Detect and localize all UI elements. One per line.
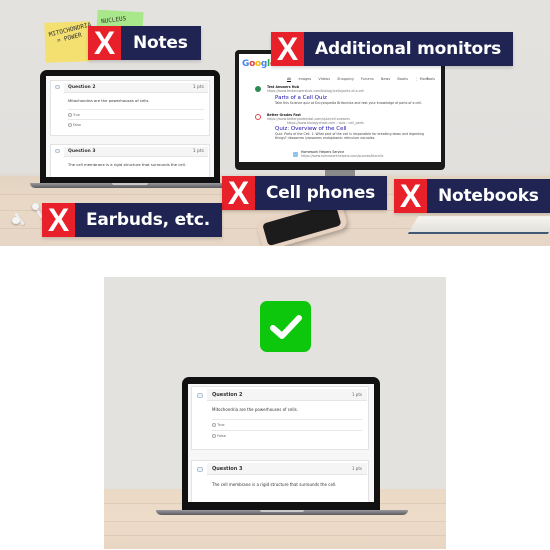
question-header: Question 3 1 pts [207,463,367,475]
question-header: Question 2 1 pts [207,389,367,401]
external-monitor: Google All Images Videos Shopping Forums… [235,50,445,180]
search-result: Test Answers Hub https://www.testanswers… [267,85,437,105]
quiz-question-card: Question 2 1 pts Mitochondria are the po… [50,80,210,136]
x-mark-icon: X [42,203,75,237]
result-snippet: Quiz: Parts of the Cell. 1. What part of… [275,132,424,140]
question-title: Question 3 [68,149,96,154]
flag-icon[interactable] [197,393,203,398]
result-url[interactable]: https://www.testanswershub.com/biology/c… [267,89,437,93]
x-mark-icon: X [222,176,255,210]
option-label: True [73,113,80,117]
question-title: Question 3 [212,466,243,472]
laptop: Question 2 1 pts Mitochondria are the po… [156,377,408,527]
tab-all[interactable]: All [287,77,292,82]
quiz-question-card: Question 3 1 pts The cell membrane is a … [191,460,369,502]
radio-button[interactable] [68,113,72,117]
result-url[interactable]: https://www.homeworkhelpers.com/quizzes/… [301,154,441,158]
allowed-setup-panel: Question 2 1 pts Mitochondria are the po… [104,277,446,549]
question-points: 1 pts [351,392,362,397]
label-notes: X Notes [88,26,201,60]
label-cell-phones: X Cell phones [222,176,388,210]
question-text: Mitochondria are the powerhouses of cell… [68,98,150,103]
label-additional-monitors: X Additional monitors [271,32,514,66]
flag-icon[interactable] [197,467,203,472]
question-title: Question 2 [212,392,243,398]
x-mark-icon: X [271,32,304,66]
label-text: Earbuds, etc. [75,203,222,237]
result-sublink[interactable]: https://www.biologycheat.com › quiz › ce… [287,121,437,125]
tab-news[interactable]: News [381,77,390,81]
question-text: Mitochondria are the powerhouses of cell… [212,407,298,412]
radio-button[interactable] [212,423,216,427]
label-earbuds: X Earbuds, etc. [42,203,222,237]
label-text: Notes [121,26,201,60]
label-text: Notebooks [427,179,550,213]
quiz-question-card: Question 2 1 pts Mitochondria are the po… [191,386,369,450]
sticky-note-yellow: MITOCHONDRIA = POWER [44,21,92,63]
question-text: The cell membrane is a rigid structure t… [212,482,337,487]
answer-option[interactable]: False [212,430,362,441]
answer-option[interactable]: True [68,109,204,119]
radio-button[interactable] [212,434,216,438]
radio-button[interactable] [68,123,72,127]
label-text: Additional monitors [304,32,514,66]
laptop-notch [112,183,148,185]
notebook-pages [407,216,550,234]
question-header: Question 3 1 pts [64,147,208,157]
tab-books[interactable]: Books [397,77,408,81]
site-favicon-icon [255,86,261,92]
open-notebook [405,212,550,238]
earbud-icon [32,203,39,210]
question-points: 1 pts [192,149,204,154]
question-points: 1 pts [192,85,204,90]
option-label: True [217,423,225,427]
tab-images[interactable]: Images [298,77,311,81]
flag-icon[interactable] [55,85,60,89]
x-mark-icon: X [88,26,121,60]
option-label: False [217,434,226,438]
tools-button[interactable]: Tools [426,77,435,81]
search-result: Homework Helpers Service https://www.hom… [301,150,441,158]
tab-shopping[interactable]: Shopping [337,77,353,81]
question-header: Question 2 1 pts [64,83,208,93]
checkmark-icon [260,301,311,352]
search-tabs: All Images Videos Shopping Forums News B… [287,77,434,82]
flag-icon[interactable] [55,149,60,153]
question-text: The cell membrane is a rigid structure t… [68,162,187,167]
site-favicon-icon [293,152,298,157]
option-label: False [73,123,82,127]
answer-option[interactable]: False [68,119,204,129]
result-snippet: Take this Science quiz at Encyclopedia B… [275,101,422,105]
tab-forums[interactable]: Forums [361,77,374,81]
earbud-icon [12,217,20,224]
label-notebooks: X Notebooks [394,179,550,213]
x-mark-icon: X [394,179,427,213]
site-favicon-icon [255,114,261,120]
laptop-screen: Question 2 1 pts Mitochondria are the po… [46,76,214,177]
label-text: Cell phones [255,176,388,210]
laptop-notch [260,510,304,512]
search-result: Better Grades Fast https://www.bettergra… [267,113,437,140]
question-title: Question 2 [68,85,96,90]
question-points: 1 pts [351,466,362,471]
quiz-question-card: Question 3 1 pts The cell membrane is a … [50,144,210,177]
search-results-screen: Google All Images Videos Shopping Forums… [239,54,441,162]
laptop-screen: Question 2 1 pts Mitochondria are the po… [188,384,374,502]
answer-option[interactable]: True [212,419,362,430]
tab-videos[interactable]: Videos [318,77,330,81]
prohibited-items-panel: NUCLEUS MITOCHONDRIA = POWER Question 2 … [0,0,550,246]
laptop: Question 2 1 pts Mitochondria are the po… [30,70,230,200]
